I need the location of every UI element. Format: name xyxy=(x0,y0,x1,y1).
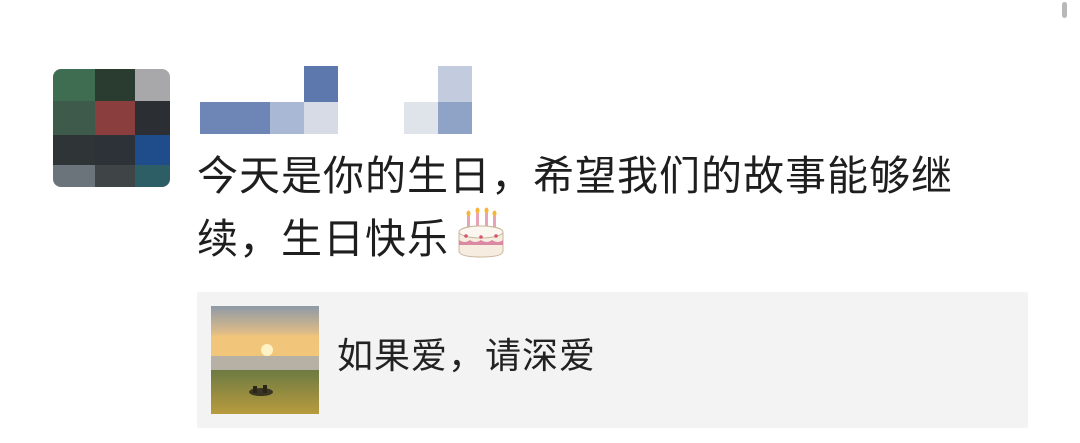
post-text-content: 今天是你的生日，希望我们的故事能够继续，生日快乐 xyxy=(197,152,953,263)
birthday-cake-icon xyxy=(455,207,507,276)
moments-post: 今天是你的生日，希望我们的故事能够继续，生日快乐 如果爱，请深爱 xyxy=(0,0,1080,443)
link-card-title: 如果爱，请深爱 xyxy=(337,336,597,377)
shared-link-card[interactable]: 如果爱，请深爱 xyxy=(197,292,1028,428)
scroll-indicator[interactable] xyxy=(1062,2,1067,18)
avatar[interactable] xyxy=(53,69,170,187)
user-nickname[interactable] xyxy=(200,66,480,136)
sunset-lake-thumbnail xyxy=(211,306,319,414)
post-text: 今天是你的生日，希望我们的故事能够继续，生日快乐 xyxy=(197,145,1027,276)
